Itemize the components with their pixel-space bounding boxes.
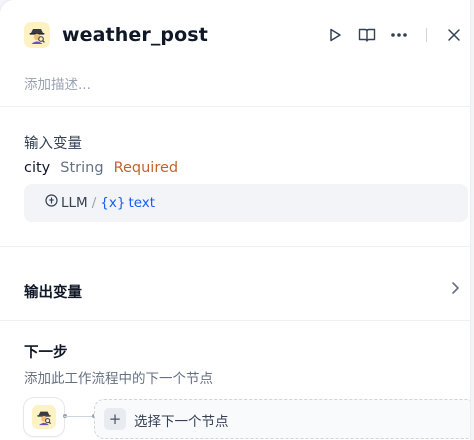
variable-icon: {x} (100, 194, 126, 211)
node-config-panel: weather_post 添加描述... 输入变量 city String Requ… (0, 0, 470, 440)
required-label: Required (113, 160, 179, 176)
book-icon[interactable] (357, 25, 377, 45)
detective-icon (32, 405, 56, 429)
divider (0, 246, 470, 247)
output-variables-title[interactable]: 输出变量 (24, 281, 82, 302)
variable-reference: LLM / {x} text (45, 194, 155, 211)
referenced-variable-name: text (128, 194, 156, 211)
variable-row: city String Required (24, 160, 178, 176)
variable-type: String (60, 160, 104, 176)
next-step-subtitle: 添加此工作流程中的下一个节点 (24, 371, 213, 387)
play-icon[interactable] (325, 25, 345, 45)
divider (0, 106, 470, 107)
select-next-node-button[interactable]: + 选择下一个节点 (94, 399, 470, 439)
panel-header: weather_post (0, 0, 470, 70)
input-variables-title: 输入变量 (24, 136, 82, 152)
divider (0, 320, 470, 321)
current-node-avatar (24, 398, 64, 436)
llm-node-icon (45, 194, 58, 211)
select-next-node-label: 选择下一个节点 (134, 414, 229, 430)
next-step-title: 下一步 (24, 345, 68, 361)
node-title[interactable]: weather_post (62, 24, 208, 46)
source-node-name: LLM (61, 194, 88, 211)
description-input[interactable]: 添加描述... (24, 73, 91, 93)
close-icon[interactable] (444, 25, 464, 45)
variable-reference-box[interactable]: LLM / {x} text (24, 184, 468, 222)
variable-name: city (24, 160, 51, 176)
chevron-right-icon[interactable] (450, 280, 460, 299)
detective-icon (24, 22, 50, 48)
header-separator (426, 28, 427, 42)
more-icon[interactable] (389, 25, 409, 45)
plus-icon: + (104, 408, 126, 430)
reference-separator: / (91, 194, 97, 211)
